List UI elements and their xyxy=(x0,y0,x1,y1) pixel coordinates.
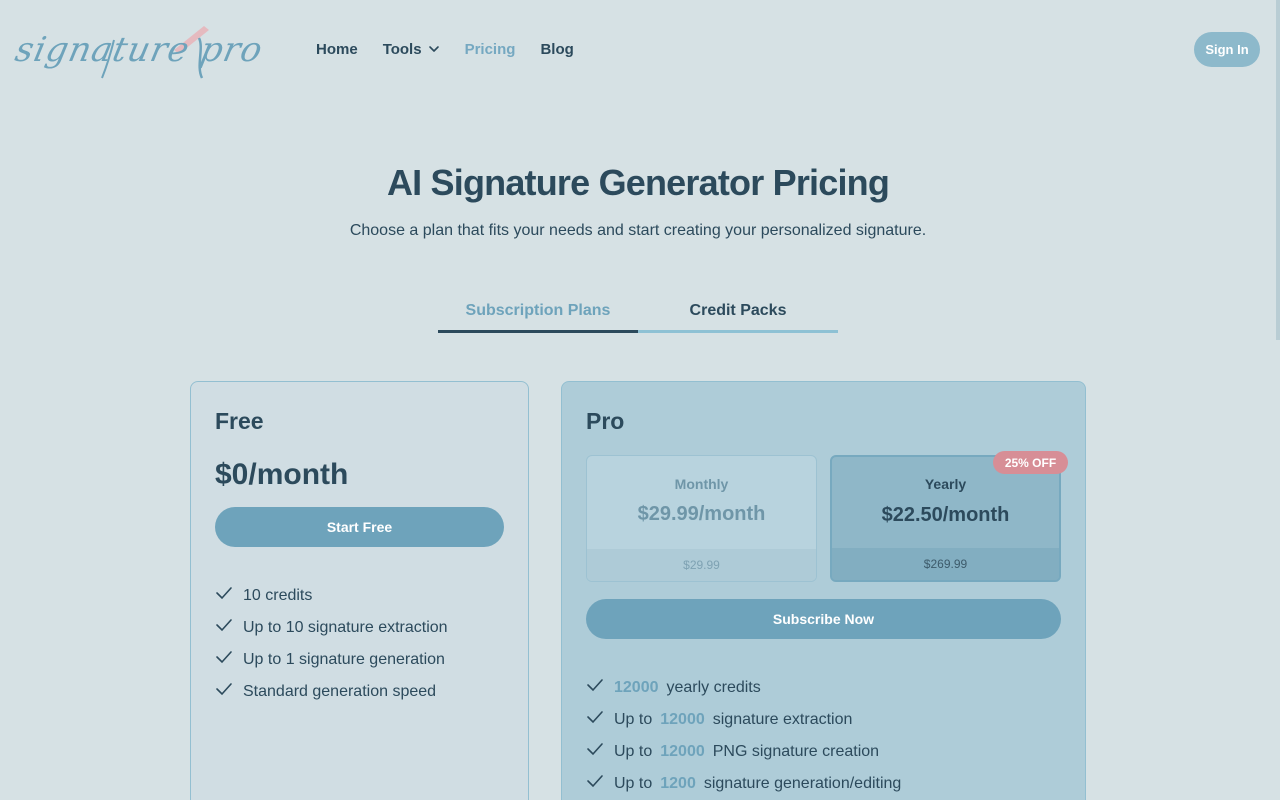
feature-value: 12000 xyxy=(660,743,705,760)
feature-list: 12000 yearly credits Up to 12000 signatu… xyxy=(586,672,901,800)
feature-value: 1200 xyxy=(660,775,696,792)
nav-pricing[interactable]: Pricing xyxy=(465,40,516,58)
nav-tools[interactable]: Tools xyxy=(383,40,440,58)
feature-value: 12000 xyxy=(614,679,659,696)
check-icon xyxy=(587,711,603,724)
check-icon xyxy=(216,683,232,696)
billing-price: $22.50/month xyxy=(881,504,1010,526)
nav-blog[interactable]: Blog xyxy=(540,40,573,58)
feature-text: 10 credits xyxy=(243,587,313,604)
nav-pricing-label: Pricing xyxy=(464,40,516,58)
nav-home[interactable]: Home xyxy=(316,40,358,58)
billing-total: $29.99 xyxy=(587,549,816,581)
feature-prefix: Up to xyxy=(614,711,653,728)
check-icon xyxy=(216,619,232,632)
billing-price: $29.99/month xyxy=(637,503,766,525)
billing-label: Yearly xyxy=(924,476,967,492)
pro-plan-card: Pro Monthly $29.99/month $29.99 Yearly $… xyxy=(561,381,1086,800)
feature-item: 12000 yearly credits xyxy=(586,672,901,704)
sign-in-button[interactable]: Sign In xyxy=(1194,32,1260,67)
billing-label: Monthly xyxy=(674,476,729,492)
logo[interactable]: signature pro xyxy=(12,18,267,84)
check-icon xyxy=(587,679,603,692)
main-nav: Home Tools Pricing Blog xyxy=(316,40,599,58)
feature-value: 12000 xyxy=(660,711,705,728)
check-icon xyxy=(216,651,232,664)
plan-name: Free xyxy=(215,408,264,434)
feature-suffix: PNG signature creation xyxy=(712,743,880,760)
feature-prefix: Up to xyxy=(614,775,653,792)
tab-credit-packs[interactable]: Credit Packs xyxy=(638,296,838,333)
scrollbar[interactable] xyxy=(1276,0,1280,340)
page-title: AI Signature Generator Pricing xyxy=(386,162,890,203)
chevron-down-icon xyxy=(428,46,439,52)
tab-subscription-plans[interactable]: Subscription Plans xyxy=(438,296,638,333)
billing-option-monthly[interactable]: Monthly $29.99/month $29.99 xyxy=(586,455,817,582)
billing-total: $269.99 xyxy=(832,548,1059,580)
plan-tabs: Subscription Plans Credit Packs xyxy=(438,296,838,333)
site-header: signature pro Home Tools Pricing Blog Si… xyxy=(0,0,1280,100)
feature-text: Up to 10 signature extraction xyxy=(243,619,448,636)
feature-item: Up to 12000 signature extraction xyxy=(586,704,901,736)
feature-text: Standard generation speed xyxy=(243,683,437,700)
free-plan-card: Free $0/month Start Free 10 credits Up t… xyxy=(190,381,529,800)
nav-home-label: Home xyxy=(316,40,358,58)
subscribe-now-button[interactable]: Subscribe Now xyxy=(586,599,1061,639)
plan-price: $0/month xyxy=(215,458,349,491)
nav-tools-label: Tools xyxy=(382,40,422,58)
feature-item: Standard generation speed xyxy=(215,676,448,708)
check-icon xyxy=(587,775,603,788)
feature-list: 10 credits Up to 10 signature extraction… xyxy=(215,580,448,708)
feature-item: Up to 1 signature generation xyxy=(215,644,448,676)
feature-suffix: signature generation/editing xyxy=(703,775,902,792)
feature-suffix: signature extraction xyxy=(712,711,853,728)
page-subtitle: Choose a plan that fits your needs and s… xyxy=(349,222,927,239)
feature-prefix: Up to xyxy=(614,743,653,760)
start-free-button[interactable]: Start Free xyxy=(215,507,504,547)
plan-name: Pro xyxy=(586,408,625,434)
feature-item: Up to 1200 signature generation/editing xyxy=(586,768,901,800)
feature-item: 10 credits xyxy=(215,580,448,612)
nav-blog-label: Blog xyxy=(540,40,574,58)
check-icon xyxy=(216,587,232,600)
check-icon xyxy=(587,743,603,756)
logo-text: signature pro xyxy=(11,30,267,70)
feature-item: Up to 12000 PNG signature creation xyxy=(586,736,901,768)
discount-badge: 25% OFF xyxy=(993,451,1068,474)
billing-option-yearly[interactable]: Yearly $22.50/month $269.99 xyxy=(830,455,1061,582)
feature-text: Up to 1 signature generation xyxy=(243,651,445,668)
feature-suffix: yearly credits xyxy=(666,679,761,696)
feature-item: Up to 10 signature extraction xyxy=(215,612,448,644)
